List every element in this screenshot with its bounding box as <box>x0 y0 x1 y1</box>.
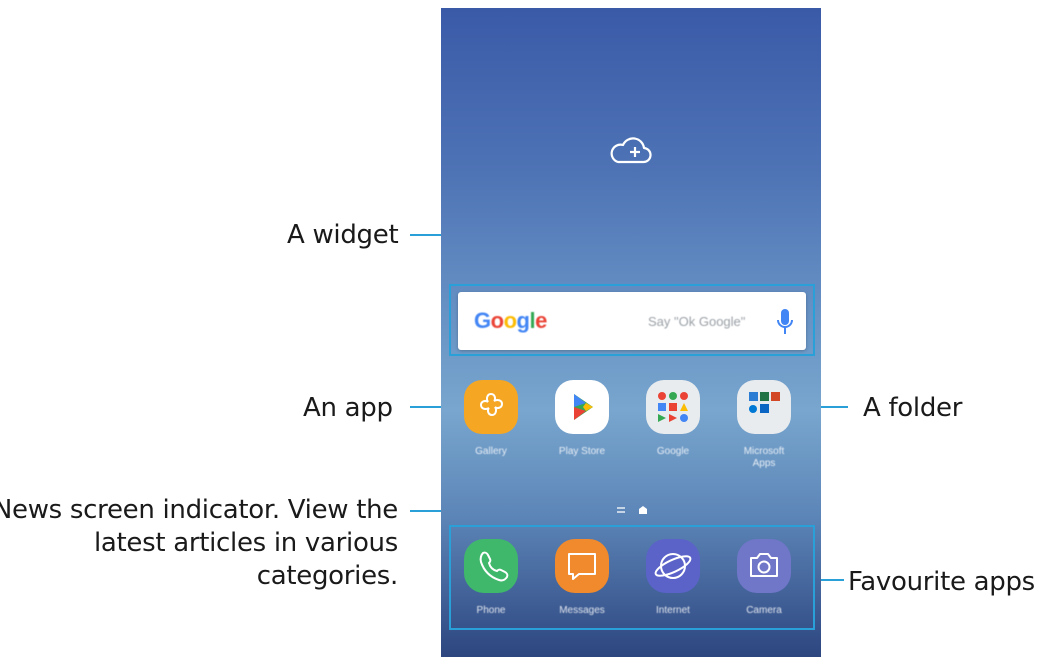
callout-widget: A widget <box>287 220 399 250</box>
app-label: Camera <box>746 605 782 616</box>
app-label: Google <box>656 446 690 457</box>
cloud-add-icon[interactable] <box>609 134 653 170</box>
google-logo: Google <box>474 308 547 334</box>
app-label: Microsoft Apps <box>743 446 785 469</box>
app-label: Phone <box>476 605 506 616</box>
callout-news-line-3: categories. <box>256 561 399 591</box>
callout-favourites: Favourite apps <box>848 567 1035 597</box>
app-play-store[interactable]: Play Store <box>547 380 617 458</box>
google-logo-letter: o <box>490 308 504 333</box>
google-logo-letter: g <box>516 308 530 333</box>
callout-news-line-1: News screen indicator. View the <box>0 495 398 525</box>
dock-camera[interactable]: Camera <box>729 539 799 617</box>
callout-folder: A folder <box>863 393 963 423</box>
app-label: Play Store <box>558 446 606 457</box>
callout-app: An app <box>303 393 393 423</box>
callout-news-indicator: News screen indicator. View the latest a… <box>0 494 398 593</box>
app-microsoft-folder[interactable]: Microsoft Apps <box>729 380 799 470</box>
internet-icon <box>646 539 700 593</box>
app-google-folder[interactable]: Google <box>638 380 708 458</box>
google-search-widget[interactable]: Google Say "Ok Google" <box>458 292 806 350</box>
gallery-flower-icon <box>464 380 518 434</box>
app-label: Messages <box>559 605 605 616</box>
phone-icon <box>464 539 518 593</box>
play-store-icon <box>555 380 609 434</box>
news-screen-indicator[interactable] <box>615 504 675 516</box>
app-gallery[interactable]: Gallery <box>456 380 526 458</box>
home-screen: Google Say "Ok Google" Gallery Play Stor… <box>441 8 821 657</box>
dock-internet[interactable]: Internet <box>638 539 708 617</box>
dock-messages[interactable]: Messages <box>547 539 617 617</box>
google-logo-letter: e <box>535 308 547 333</box>
microsoft-folder-icon <box>737 380 791 434</box>
dock-phone[interactable]: Phone <box>456 539 526 617</box>
google-logo-letter: G <box>474 308 491 333</box>
messages-icon <box>555 539 609 593</box>
voice-search-hint: Say "Ok Google" <box>648 314 746 329</box>
connector-favourites <box>818 579 844 581</box>
app-label: Gallery <box>475 446 507 457</box>
google-logo-letter: o <box>503 308 517 333</box>
app-label: Internet <box>656 605 690 616</box>
camera-icon <box>737 539 791 593</box>
microphone-icon[interactable] <box>776 308 794 336</box>
callout-news-line-2: latest articles in various <box>93 528 398 558</box>
google-folder-icon <box>646 380 700 434</box>
